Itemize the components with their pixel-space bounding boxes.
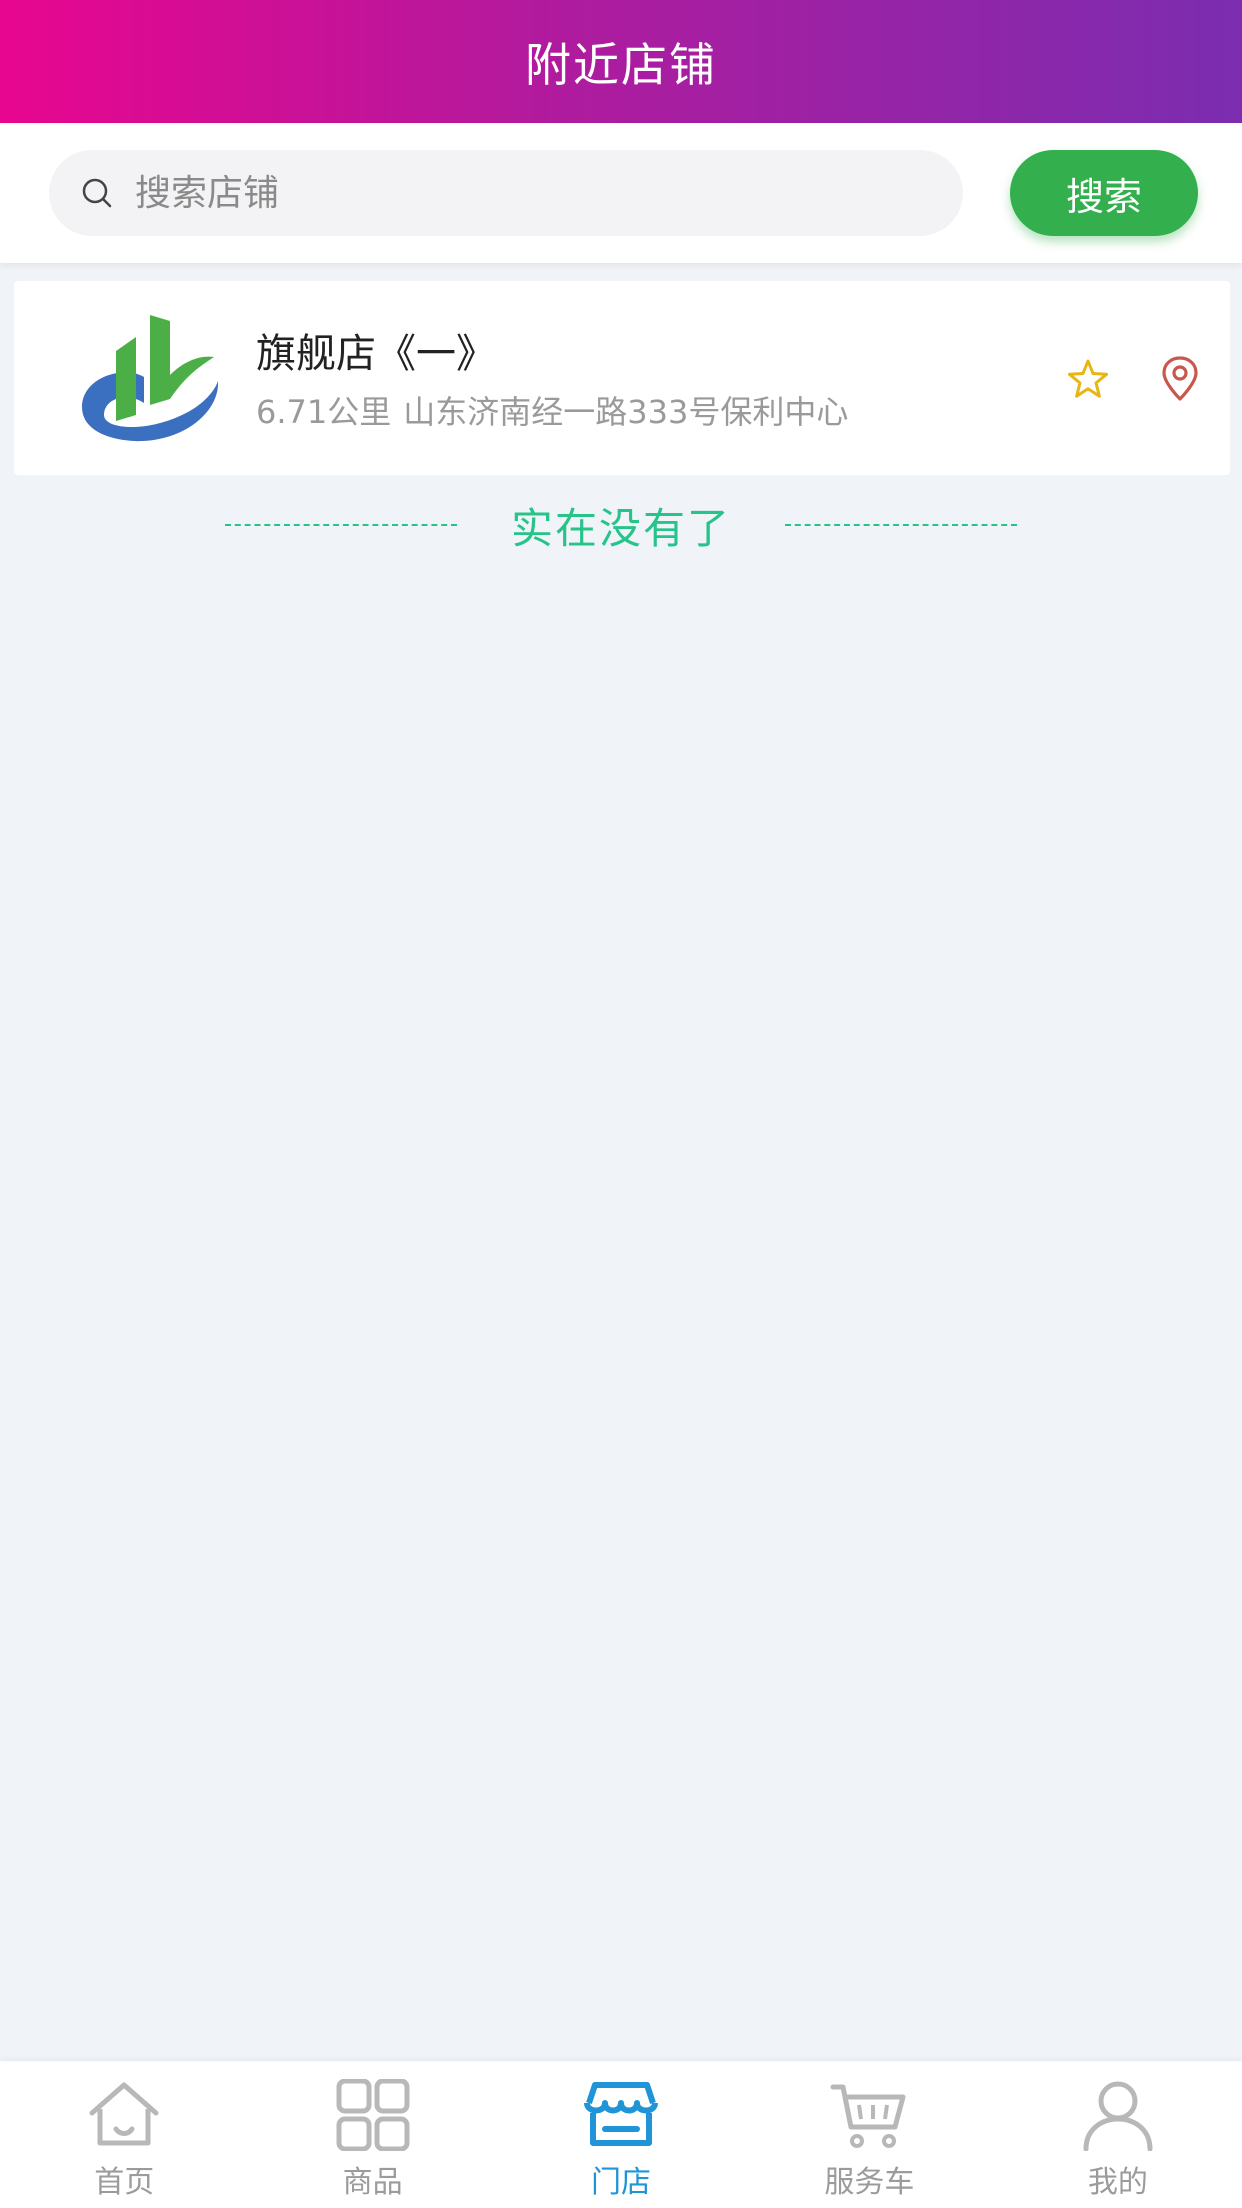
search-bar: 搜索 [0,123,1242,263]
divider-left [224,524,457,526]
tab-label: 门店 [591,2165,652,2200]
store-list-item[interactable]: 旗舰店《一》 6.71公里 山东济南经一路333号保利中心 [14,281,1230,475]
location-pin-icon[interactable] [1158,355,1202,403]
store-address: 山东济南经一路333号保利中心 [403,393,849,431]
tab-label: 首页 [94,2165,155,2200]
divider-right [785,524,1017,526]
search-button[interactable]: 搜索 [1010,150,1198,236]
star-icon[interactable] [1066,357,1110,401]
tab-label: 服务车 [824,2165,915,2200]
search-icon [77,173,117,213]
home-icon [89,2082,159,2146]
tab-label: 我的 [1087,2165,1148,2200]
tab-profile[interactable]: 我的 [994,2061,1242,2208]
store-icon [584,2082,659,2146]
cart-icon [830,2084,906,2148]
end-of-list-text: 实在没有了 [510,503,731,553]
tab-label: 商品 [342,2165,403,2200]
store-distance: 6.71公里 [256,393,392,431]
search-box[interactable] [49,150,963,236]
bottom-tab-bar: 首页 商品 门店 服务车 我的 [0,2061,1242,2208]
grid-icon [336,2079,410,2151]
store-info: 6.71公里 山东济南经一路333号保利中心 [256,387,848,433]
search-input[interactable] [133,171,917,215]
list-end-indicator: 实在没有了 [0,495,1242,555]
header-bar: 附近店铺 [0,0,1242,123]
user-icon [1083,2081,1153,2151]
tab-products[interactable]: 商品 [248,2061,496,2208]
store-logo [82,315,219,442]
tab-home[interactable]: 首页 [0,2061,248,2208]
tab-service-cart[interactable]: 服务车 [745,2061,993,2208]
tab-stores[interactable]: 门店 [497,2061,745,2208]
store-name: 旗舰店《一》 [256,331,496,377]
page-title: 附近店铺 [525,37,717,92]
